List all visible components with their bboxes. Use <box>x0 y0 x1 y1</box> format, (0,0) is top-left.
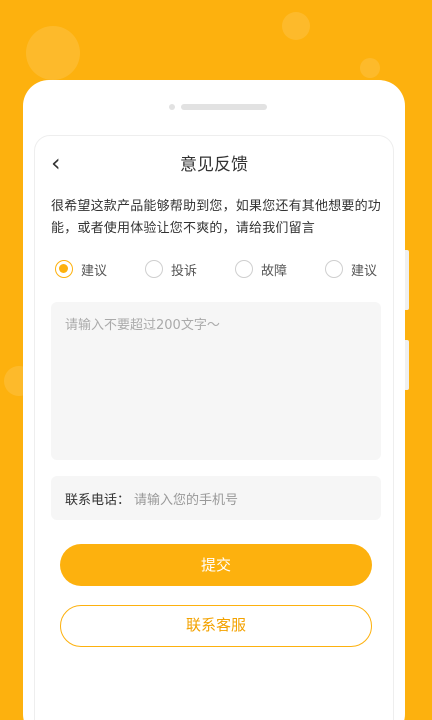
feedback-type-option-0[interactable]: 建议 <box>55 258 107 280</box>
phone-number-label: 联系电话： <box>65 492 131 508</box>
radio-circle-icon <box>145 260 163 278</box>
contact-support-button[interactable]: 联系客服 <box>60 605 372 647</box>
radio-circle-icon <box>235 260 253 278</box>
page-title: 意见反馈 <box>180 155 248 175</box>
feedback-type-option-1[interactable]: 投诉 <box>145 258 197 280</box>
submit-button[interactable]: 提交 <box>60 544 372 586</box>
phone-side-button <box>405 250 409 310</box>
camera-dot <box>169 104 175 110</box>
speaker-bar <box>181 104 267 110</box>
phone-number-field[interactable]: 联系电话： 请输入您的手机号 <box>51 476 381 520</box>
feedback-type-label: 投诉 <box>171 263 198 279</box>
feedback-type-option-3[interactable]: 建议 <box>325 258 377 280</box>
feedback-type-label: 建议 <box>351 263 378 279</box>
background-bubble <box>282 12 310 40</box>
phone-frame: ‹ 意见反馈 很希望这款产品能够帮助到您，如果您还有其他想要的功能，或者使用体验… <box>23 80 409 720</box>
phone-side-button <box>405 340 409 390</box>
feedback-type-label: 建议 <box>81 263 108 279</box>
feedback-content-placeholder: 请输入不要超过200文字～ <box>65 318 220 333</box>
background-bubble <box>360 58 380 78</box>
feedback-type-group: 建议 投诉 故障 建议 <box>55 258 385 280</box>
phone-number-placeholder: 请输入您的手机号 <box>134 492 239 508</box>
phone-speaker <box>23 104 405 110</box>
feedback-type-label: 故障 <box>261 263 288 279</box>
feedback-type-option-2[interactable]: 故障 <box>235 258 287 280</box>
feedback-content-input[interactable]: 请输入不要超过200文字～ <box>51 302 381 460</box>
radio-circle-icon <box>55 260 73 278</box>
background-bubble <box>26 26 80 80</box>
radio-circle-icon <box>325 260 343 278</box>
feedback-description: 很希望这款产品能够帮助到您，如果您还有其他想要的功能，或者使用体验让您不爽的，请… <box>51 199 382 236</box>
feedback-screen: ‹ 意见反馈 很希望这款产品能够帮助到您，如果您还有其他想要的功能，或者使用体验… <box>34 135 394 720</box>
